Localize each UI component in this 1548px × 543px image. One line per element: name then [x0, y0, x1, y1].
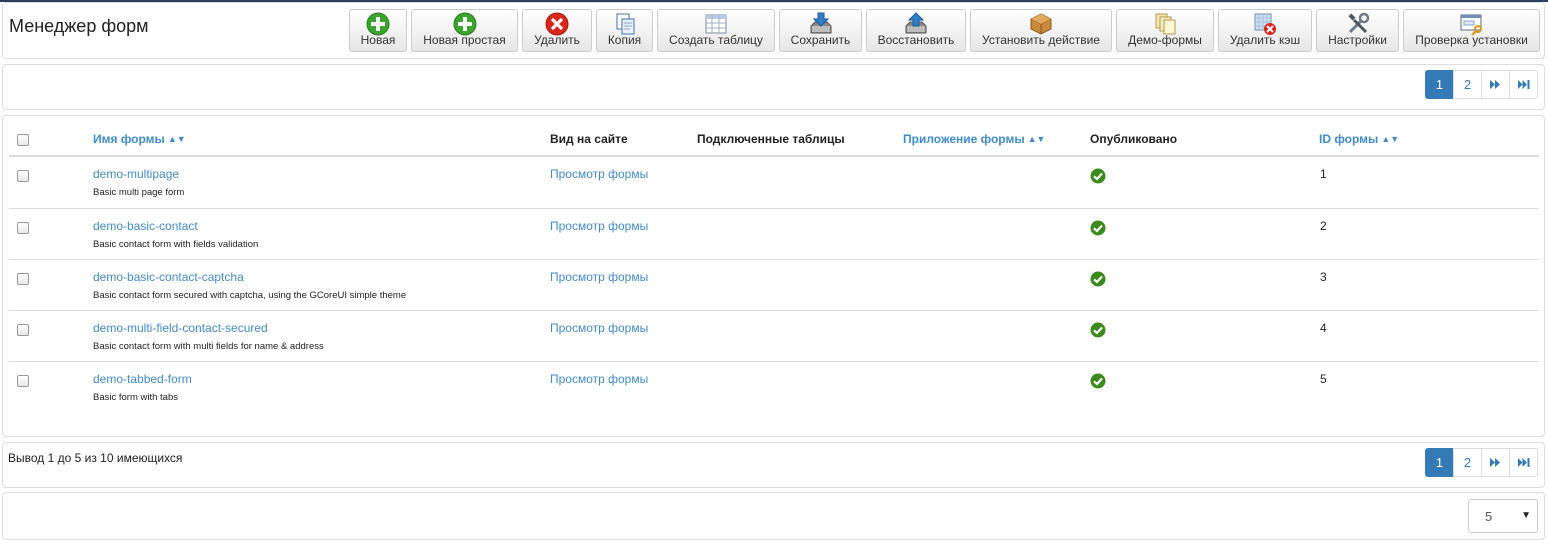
form-id: 1	[1320, 167, 1327, 181]
install-check-icon	[1460, 12, 1484, 36]
table-row: demo-multi-field-contact-secured Basic co…	[9, 310, 1539, 361]
form-description: Basic contact form with multi fields for…	[93, 341, 324, 352]
header-form-id[interactable]: ID формы ▲▼	[1319, 132, 1399, 146]
page-2-link[interactable]: 2	[1453, 448, 1482, 477]
toolbar: Новая Новая простая Удалить Копия Создат…	[349, 9, 1540, 52]
skip-to-end-icon	[1517, 77, 1530, 92]
form-id: 4	[1320, 321, 1327, 335]
header-form-name[interactable]: Имя формы ▲▼	[93, 132, 186, 146]
download-box-icon	[809, 12, 833, 36]
restore-button[interactable]: Восстановить	[866, 9, 966, 52]
published-check-icon[interactable]	[1090, 220, 1106, 236]
clear-cache-icon	[1253, 12, 1277, 36]
last-page-link[interactable]	[1509, 70, 1538, 99]
row-checkbox[interactable]	[17, 375, 29, 387]
new-button[interactable]: Новая	[349, 9, 407, 52]
settings-button[interactable]: Настройки	[1316, 9, 1399, 52]
form-id: 3	[1320, 270, 1327, 284]
header-form-app[interactable]: Приложение формы ▲▼	[903, 132, 1045, 146]
view-form-link[interactable]: Просмотр формы	[550, 219, 648, 233]
delete-button[interactable]: Удалить	[522, 9, 592, 52]
page-1-link[interactable]: 1	[1425, 70, 1454, 99]
install-check-button[interactable]: Проверка установки	[1403, 9, 1540, 52]
new-simple-button[interactable]: Новая простая	[411, 9, 518, 52]
row-checkbox[interactable]	[17, 324, 29, 336]
skip-to-end-icon	[1517, 455, 1530, 470]
fast-forward-icon	[1490, 77, 1501, 92]
documents-icon	[1153, 12, 1177, 36]
form-description: Basic multi page form	[93, 187, 185, 198]
footer-panel: 5 ▼	[2, 492, 1545, 540]
package-icon	[1029, 12, 1053, 36]
form-name-link[interactable]: demo-basic-contact-captcha	[93, 270, 244, 284]
view-form-link[interactable]: Просмотр формы	[550, 167, 648, 181]
table-icon	[704, 12, 728, 36]
sort-icon: ▲▼	[167, 134, 186, 144]
fast-forward-icon	[1490, 455, 1501, 470]
create-table-button[interactable]: Создать таблицу	[657, 9, 775, 52]
published-check-icon[interactable]	[1090, 322, 1106, 338]
save-button[interactable]: Сохранить	[779, 9, 862, 52]
form-name-link[interactable]: demo-basic-contact	[93, 219, 198, 233]
copy-button[interactable]: Копия	[596, 9, 653, 52]
form-id: 2	[1320, 219, 1327, 233]
next-page-link[interactable]	[1481, 448, 1510, 477]
page-title: Менеджер форм	[9, 16, 149, 36]
form-name-link[interactable]: demo-tabbed-form	[93, 372, 192, 386]
header-published: Опубликовано	[1090, 132, 1178, 146]
form-description: Basic contact form with fields validatio…	[93, 239, 259, 250]
published-check-icon[interactable]	[1090, 373, 1106, 389]
sort-icon: ▲▼	[1027, 134, 1046, 144]
records-count-text: Вывод 1 до 5 из 10 имеющихся	[8, 451, 183, 465]
install-action-button[interactable]: Установить действие	[970, 9, 1112, 52]
caret-down-icon: ▼	[1521, 510, 1531, 521]
published-check-icon[interactable]	[1090, 168, 1106, 184]
header-panel: Менеджер форм Новая Новая простая Удалит…	[2, 2, 1545, 59]
page-1-link[interactable]: 1	[1425, 448, 1454, 477]
form-name-link[interactable]: demo-multipage	[93, 167, 179, 181]
delete-red-icon	[545, 12, 569, 36]
row-checkbox[interactable]	[17, 222, 29, 234]
next-page-link[interactable]	[1481, 70, 1510, 99]
last-page-link[interactable]	[1509, 448, 1538, 477]
tools-icon	[1346, 12, 1370, 36]
clear-cache-button[interactable]: Удалить кэш	[1218, 9, 1312, 52]
page-limit-value: 5	[1485, 508, 1493, 524]
forms-table-panel: Имя формы ▲▼ Вид на сайте Подключенные та…	[2, 115, 1545, 437]
header-form-id-label: ID формы	[1319, 132, 1379, 146]
form-description: Basic form with tabs	[93, 392, 178, 403]
copy-icon	[613, 12, 637, 36]
pagination-top: 1 2	[1425, 70, 1538, 99]
pagination-top-panel: 1 2	[2, 64, 1545, 110]
table-row: demo-tabbed-form Basic form with tabs Прос…	[9, 361, 1539, 412]
add-green-icon	[453, 12, 477, 36]
view-form-link[interactable]: Просмотр формы	[550, 372, 648, 386]
row-checkbox[interactable]	[17, 170, 29, 182]
page-2-link[interactable]: 2	[1453, 70, 1482, 99]
view-form-link[interactable]: Просмотр формы	[550, 321, 648, 335]
row-checkbox[interactable]	[17, 273, 29, 285]
pagination-bottom: 1 2	[1425, 448, 1538, 477]
select-all-checkbox[interactable]	[17, 134, 29, 146]
table-header-row: Имя формы ▲▼ Вид на сайте Подключенные та…	[9, 124, 1539, 157]
header-tables: Подключенные таблицы	[697, 132, 845, 146]
header-form-name-label: Имя формы	[93, 132, 165, 146]
header-site-view: Вид на сайте	[550, 132, 628, 146]
view-form-link[interactable]: Просмотр формы	[550, 270, 648, 284]
published-check-icon[interactable]	[1090, 271, 1106, 287]
upload-box-icon	[904, 12, 928, 36]
form-id: 5	[1320, 372, 1327, 386]
table-row: demo-basic-contact-captcha Basic contact …	[9, 259, 1539, 310]
sort-icon: ▲▼	[1381, 134, 1400, 144]
page-limit-select[interactable]: 5 ▼	[1468, 499, 1538, 533]
header-form-app-label: Приложение формы	[903, 132, 1025, 146]
table-row: demo-multipage Basic multi page form Просм…	[9, 157, 1539, 208]
form-name-link[interactable]: demo-multi-field-contact-secured	[93, 321, 268, 335]
pagination-bottom-panel: Вывод 1 до 5 из 10 имеющихся 1 2	[2, 442, 1545, 488]
demo-forms-button[interactable]: Демо-формы	[1116, 9, 1214, 52]
form-description: Basic contact form secured with captcha,…	[93, 290, 407, 301]
add-green-icon	[366, 12, 390, 36]
table-row: demo-basic-contact Basic contact form wit…	[9, 208, 1539, 259]
